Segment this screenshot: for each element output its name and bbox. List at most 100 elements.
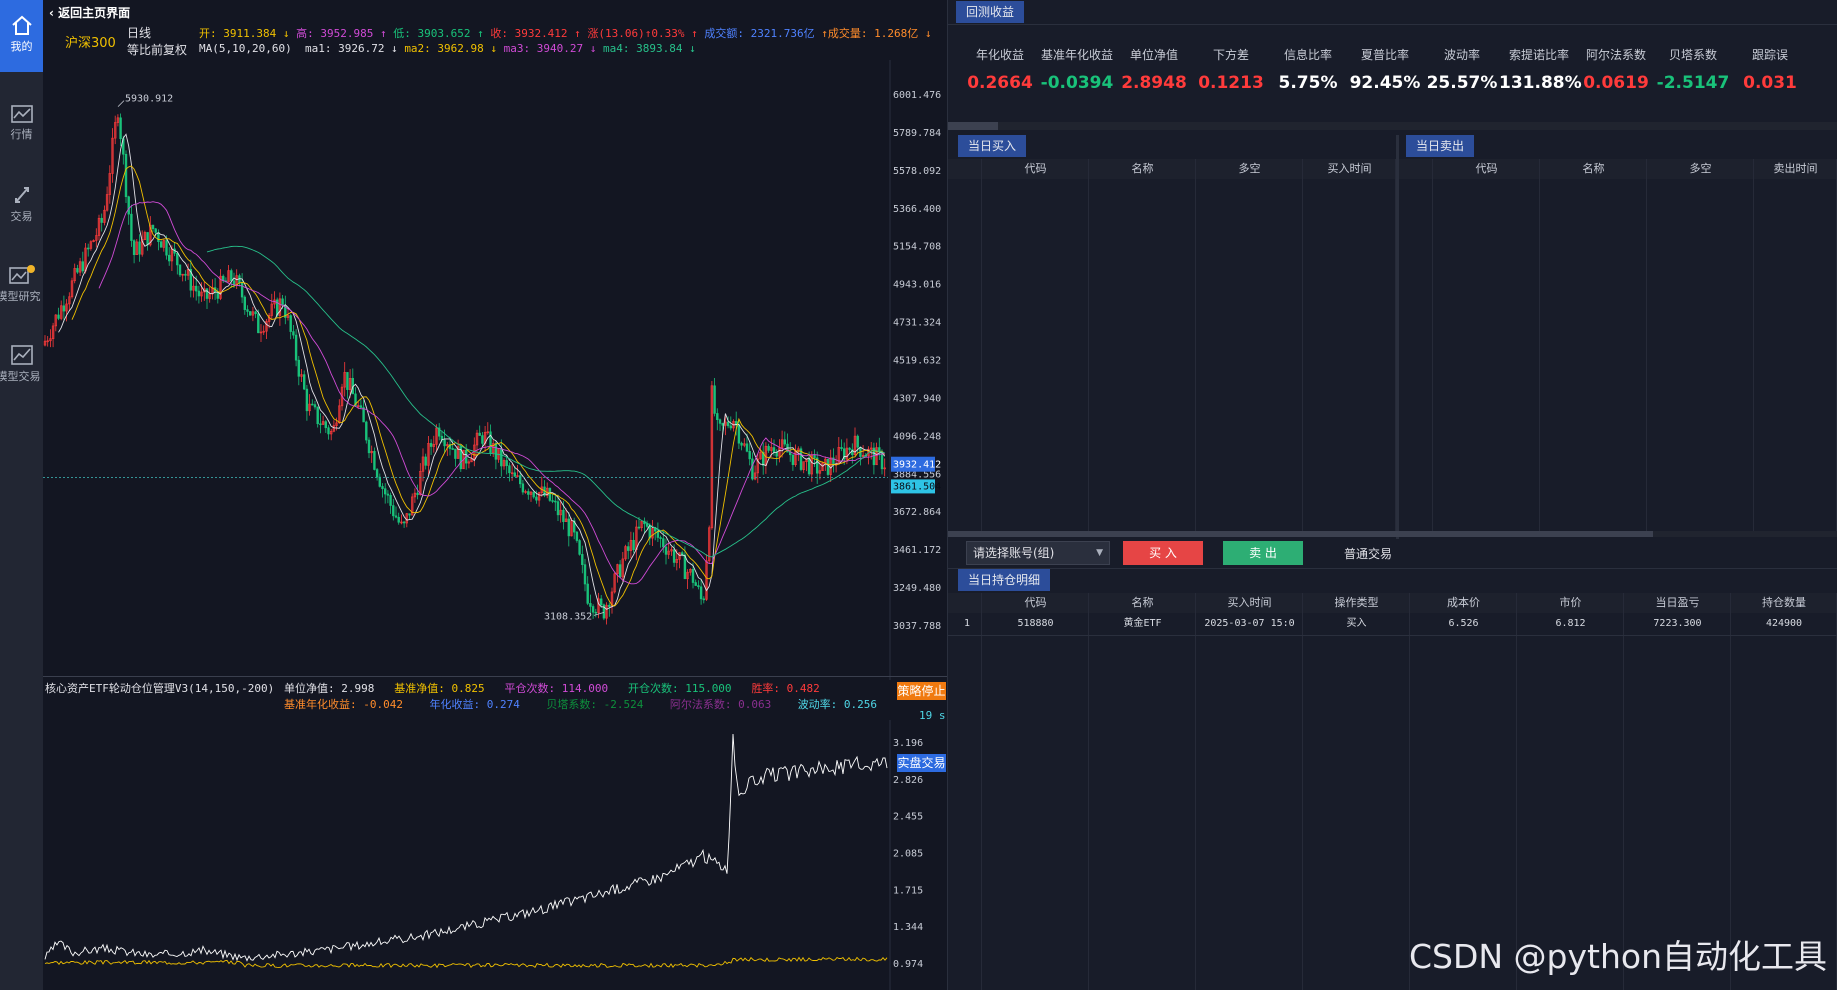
grid-line bbox=[1088, 159, 1089, 531]
candle-body bbox=[429, 443, 433, 447]
candle-body bbox=[745, 443, 749, 452]
metric-label: 单位净值 bbox=[1129, 48, 1178, 62]
candle-body bbox=[508, 465, 511, 474]
candle-body bbox=[138, 241, 141, 255]
metric-value: 131.88% bbox=[1499, 73, 1582, 93]
column-header[interactable]: 成本价 bbox=[1410, 593, 1517, 613]
column-header[interactable] bbox=[948, 159, 982, 179]
candle-body bbox=[751, 458, 754, 480]
column-header[interactable]: 代码 bbox=[982, 159, 1089, 179]
ma-title: MA(5,10,20,60) bbox=[199, 42, 292, 55]
sidebar-item-trade[interactable]: 交易 bbox=[0, 170, 43, 242]
candlestick-chart[interactable]: 6001.476 5789.784 5578.092 5366.400 5154.708… bbox=[43, 60, 947, 680]
column-header[interactable]: 代码 bbox=[982, 593, 1089, 613]
scrollbar-thumb[interactable] bbox=[948, 122, 998, 130]
sidebar-item-research[interactable]: 模型研究 bbox=[0, 250, 43, 322]
column-header[interactable]: 名称 bbox=[1089, 159, 1196, 179]
sidebar-item-mine[interactable]: 我的 bbox=[0, 0, 43, 72]
price-tick: 5789.784 bbox=[893, 128, 941, 139]
metric-item: 单位净值 2.8948 bbox=[1114, 46, 1194, 93]
tables-scrollbar[interactable] bbox=[948, 531, 1837, 537]
candle-body bbox=[178, 264, 182, 276]
metric-label: 波动率 bbox=[1443, 48, 1480, 62]
candle-body bbox=[381, 486, 384, 490]
tab-backtest[interactable]: 回测收益 bbox=[956, 1, 1025, 23]
table-cell: 424900 bbox=[1765, 618, 1803, 629]
candle-body bbox=[311, 403, 314, 406]
column-header[interactable]: 买入时间 bbox=[1303, 159, 1396, 179]
candle-body bbox=[594, 611, 598, 614]
candle-body bbox=[100, 217, 103, 223]
sidebar-item-model-trade[interactable]: 模型交易 bbox=[0, 330, 43, 402]
scrollbar-thumb[interactable] bbox=[948, 531, 1653, 537]
chart-area[interactable]: ‹ 返回主页界面 沪深300 日线 等比前复权 开: 3911.384 ↓ 高:… bbox=[43, 0, 948, 990]
column-header[interactable] bbox=[948, 593, 982, 613]
dropdown-arrow-icon: ▼ bbox=[1096, 548, 1103, 558]
candle-body bbox=[521, 483, 525, 493]
ma2-line bbox=[71, 165, 886, 607]
grid-line bbox=[1088, 593, 1089, 990]
strategy-stop-button[interactable]: 策略停止 bbox=[897, 682, 946, 700]
candle-body bbox=[791, 454, 795, 465]
column-header[interactable]: 持仓数量 bbox=[1731, 593, 1837, 613]
candle-body bbox=[664, 546, 668, 555]
candle-body bbox=[748, 451, 751, 460]
table-row[interactable]: 1 518880 黄金ETF 2025-03-07 15:0 买入 6.526 6.812 7… bbox=[948, 613, 1837, 636]
turnover-value: 成交额: 2321.736亿 bbox=[704, 27, 815, 40]
candle-body bbox=[327, 427, 330, 435]
column-header[interactable]: 操作类型 bbox=[1303, 593, 1410, 613]
sell-button[interactable]: 卖 出 bbox=[1223, 541, 1303, 565]
candle-body bbox=[319, 423, 322, 426]
price-tick: 4307.940 bbox=[893, 393, 941, 404]
column-header[interactable]: 多空 bbox=[1647, 159, 1754, 179]
trade-mode-label[interactable]: 普通交易 bbox=[1344, 545, 1392, 562]
tab-holdings[interactable]: 当日持仓明细 bbox=[958, 569, 1051, 591]
candle-body bbox=[76, 268, 79, 273]
sell-table[interactable]: 代码 名称 多空 卖出时间 bbox=[1399, 159, 1837, 539]
metric-item: 下方差 0.1213 bbox=[1191, 46, 1271, 93]
candle-body bbox=[826, 458, 830, 475]
candle-body bbox=[513, 472, 516, 477]
tab-today-sell[interactable]: 当日卖出 bbox=[1406, 135, 1475, 157]
ref-price-text: 3861.504 bbox=[893, 481, 941, 492]
column-header[interactable]: 多空 bbox=[1196, 159, 1303, 179]
candle-body bbox=[583, 564, 587, 585]
candle-body bbox=[324, 421, 327, 429]
column-header[interactable]: 名称 bbox=[1089, 593, 1196, 613]
metrics-scrollbar[interactable] bbox=[948, 122, 1837, 130]
candle-body bbox=[294, 334, 298, 361]
column-header[interactable]: 代码 bbox=[1433, 159, 1540, 179]
low-marker: 3108.352 bbox=[544, 611, 592, 622]
candle-body bbox=[518, 475, 522, 485]
buy-table[interactable]: 代码 名称 多空 买入时间 bbox=[948, 159, 1396, 539]
candle-body bbox=[402, 521, 406, 524]
account-select[interactable]: 请选择账号(组) ▼ bbox=[966, 541, 1110, 565]
column-header[interactable]: 卖出时间 bbox=[1754, 159, 1837, 179]
tab-today-buy[interactable]: 当日买入 bbox=[958, 135, 1027, 157]
candle-body bbox=[632, 539, 635, 551]
nav-tick: 1.715 bbox=[893, 885, 923, 896]
price-tick: 5366.400 bbox=[893, 204, 941, 215]
column-header[interactable]: 市价 bbox=[1517, 593, 1624, 613]
candle-body bbox=[691, 568, 695, 583]
column-header[interactable] bbox=[1399, 159, 1433, 179]
nav-value: 单位净值: 2.998 bbox=[284, 682, 375, 695]
candle-body bbox=[618, 564, 622, 578]
candle-body bbox=[694, 582, 697, 586]
sidebar-item-market[interactable]: 行情 bbox=[0, 90, 43, 162]
candle-body bbox=[713, 385, 716, 414]
candle-body bbox=[249, 311, 252, 316]
buy-button[interactable]: 买 入 bbox=[1123, 541, 1203, 565]
candle-body bbox=[494, 443, 498, 460]
nav-tick: 1.344 bbox=[893, 922, 923, 933]
column-header[interactable]: 当日盈亏 bbox=[1624, 593, 1731, 613]
column-header[interactable]: 买入时间 bbox=[1196, 593, 1303, 613]
back-button[interactable]: ‹ 返回主页界面 bbox=[49, 4, 130, 21]
candle-body bbox=[230, 270, 233, 282]
candle-body bbox=[154, 228, 157, 233]
candle-body bbox=[184, 273, 187, 276]
candle-body bbox=[788, 451, 792, 456]
column-header[interactable]: 名称 bbox=[1540, 159, 1647, 179]
grid-line bbox=[1646, 159, 1647, 531]
candle-body bbox=[645, 523, 649, 527]
